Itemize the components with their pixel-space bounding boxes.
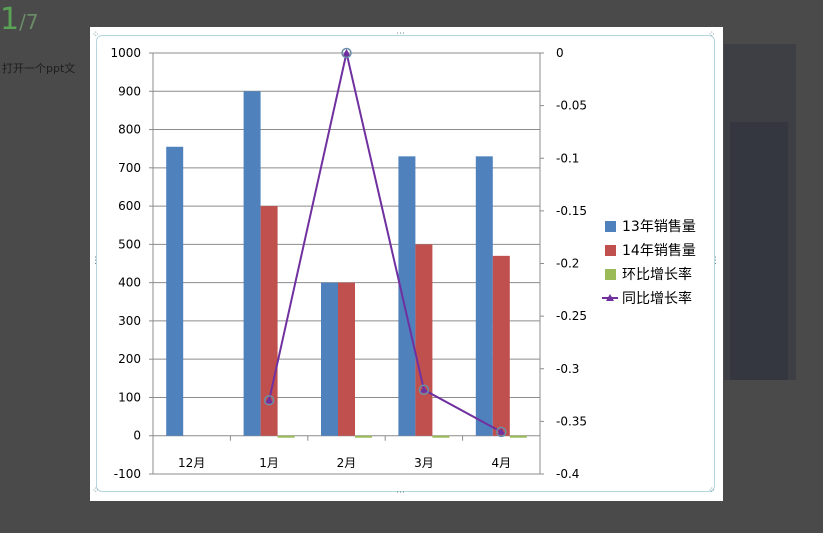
right-axis-labels: 0 -0.05 -0.1 -0.15 -0.2 -0.25 -0.3 -0.35 -0.4 bbox=[556, 46, 587, 481]
y2-tick-label: -0.3 bbox=[556, 362, 579, 376]
legend-label: 同比增长率 bbox=[622, 290, 692, 307]
y-tick-label: -100 bbox=[114, 467, 141, 481]
bar[interactable] bbox=[492, 255, 510, 436]
legend-label: 环比增长率 bbox=[622, 266, 692, 283]
x-tick-label: 3月 bbox=[414, 456, 434, 470]
y-tick-label: 600 bbox=[118, 199, 141, 213]
bar[interactable] bbox=[321, 282, 338, 436]
line-series bbox=[263, 47, 507, 438]
y2-tick-label: -0.15 bbox=[556, 204, 587, 218]
y-tick-label: 300 bbox=[118, 314, 141, 328]
y-tick-label: 1000 bbox=[110, 46, 141, 60]
bar[interactable] bbox=[432, 435, 450, 438]
legend-swatch bbox=[605, 269, 616, 280]
x-tick-label: 1月 bbox=[259, 456, 279, 470]
bar[interactable] bbox=[398, 156, 416, 436]
y-tick-label: 0 bbox=[133, 429, 141, 443]
bar[interactable] bbox=[355, 435, 372, 438]
bar[interactable] bbox=[243, 91, 261, 436]
y-tick-label: 700 bbox=[118, 161, 141, 175]
combo-chart: 10009008007006005004003002001000-100 0-0… bbox=[110, 46, 696, 481]
legend-swatch bbox=[605, 245, 616, 256]
x-tick-label: 4月 bbox=[491, 456, 511, 470]
legend-swatch bbox=[605, 221, 616, 232]
bar[interactable] bbox=[166, 146, 184, 436]
bar-series bbox=[166, 91, 527, 438]
y-tick-label: 800 bbox=[118, 123, 141, 137]
category-labels: 12月 1月 2月 3月 4月 bbox=[178, 456, 511, 470]
bar[interactable] bbox=[277, 435, 295, 438]
bar[interactable] bbox=[509, 435, 527, 438]
y2-tick-label: -0.05 bbox=[556, 99, 587, 113]
bar[interactable] bbox=[415, 244, 433, 436]
y2-tick-label: -0.25 bbox=[556, 309, 587, 323]
bar[interactable] bbox=[338, 282, 355, 436]
y-tick-label: 900 bbox=[118, 84, 141, 98]
y-tick-label: 500 bbox=[118, 237, 141, 251]
left-axis-labels: 10009008007006005004003002001000-100 bbox=[110, 46, 141, 481]
bar[interactable] bbox=[475, 156, 493, 436]
y2-tick-label: -0.35 bbox=[556, 414, 587, 428]
legend-label: 14年销售量 bbox=[622, 243, 696, 259]
y2-tick-label: 0 bbox=[556, 46, 564, 60]
y-tick-label: 400 bbox=[118, 276, 141, 290]
y-tick-label: 200 bbox=[118, 352, 141, 366]
y2-tick-label: -0.2 bbox=[556, 257, 579, 271]
x-tick-label: 2月 bbox=[337, 456, 357, 470]
y-tick-label: 100 bbox=[118, 390, 141, 404]
y2-tick-label: -0.1 bbox=[556, 151, 579, 165]
y2-tick-label: -0.4 bbox=[556, 467, 579, 481]
legend: 13年销售量 14年销售量环比增长率同比增长率 bbox=[602, 219, 696, 307]
x-tick-label: 12月 bbox=[178, 456, 205, 470]
line-path[interactable] bbox=[268, 52, 502, 433]
legend-label: 13年销售量 bbox=[622, 219, 696, 235]
